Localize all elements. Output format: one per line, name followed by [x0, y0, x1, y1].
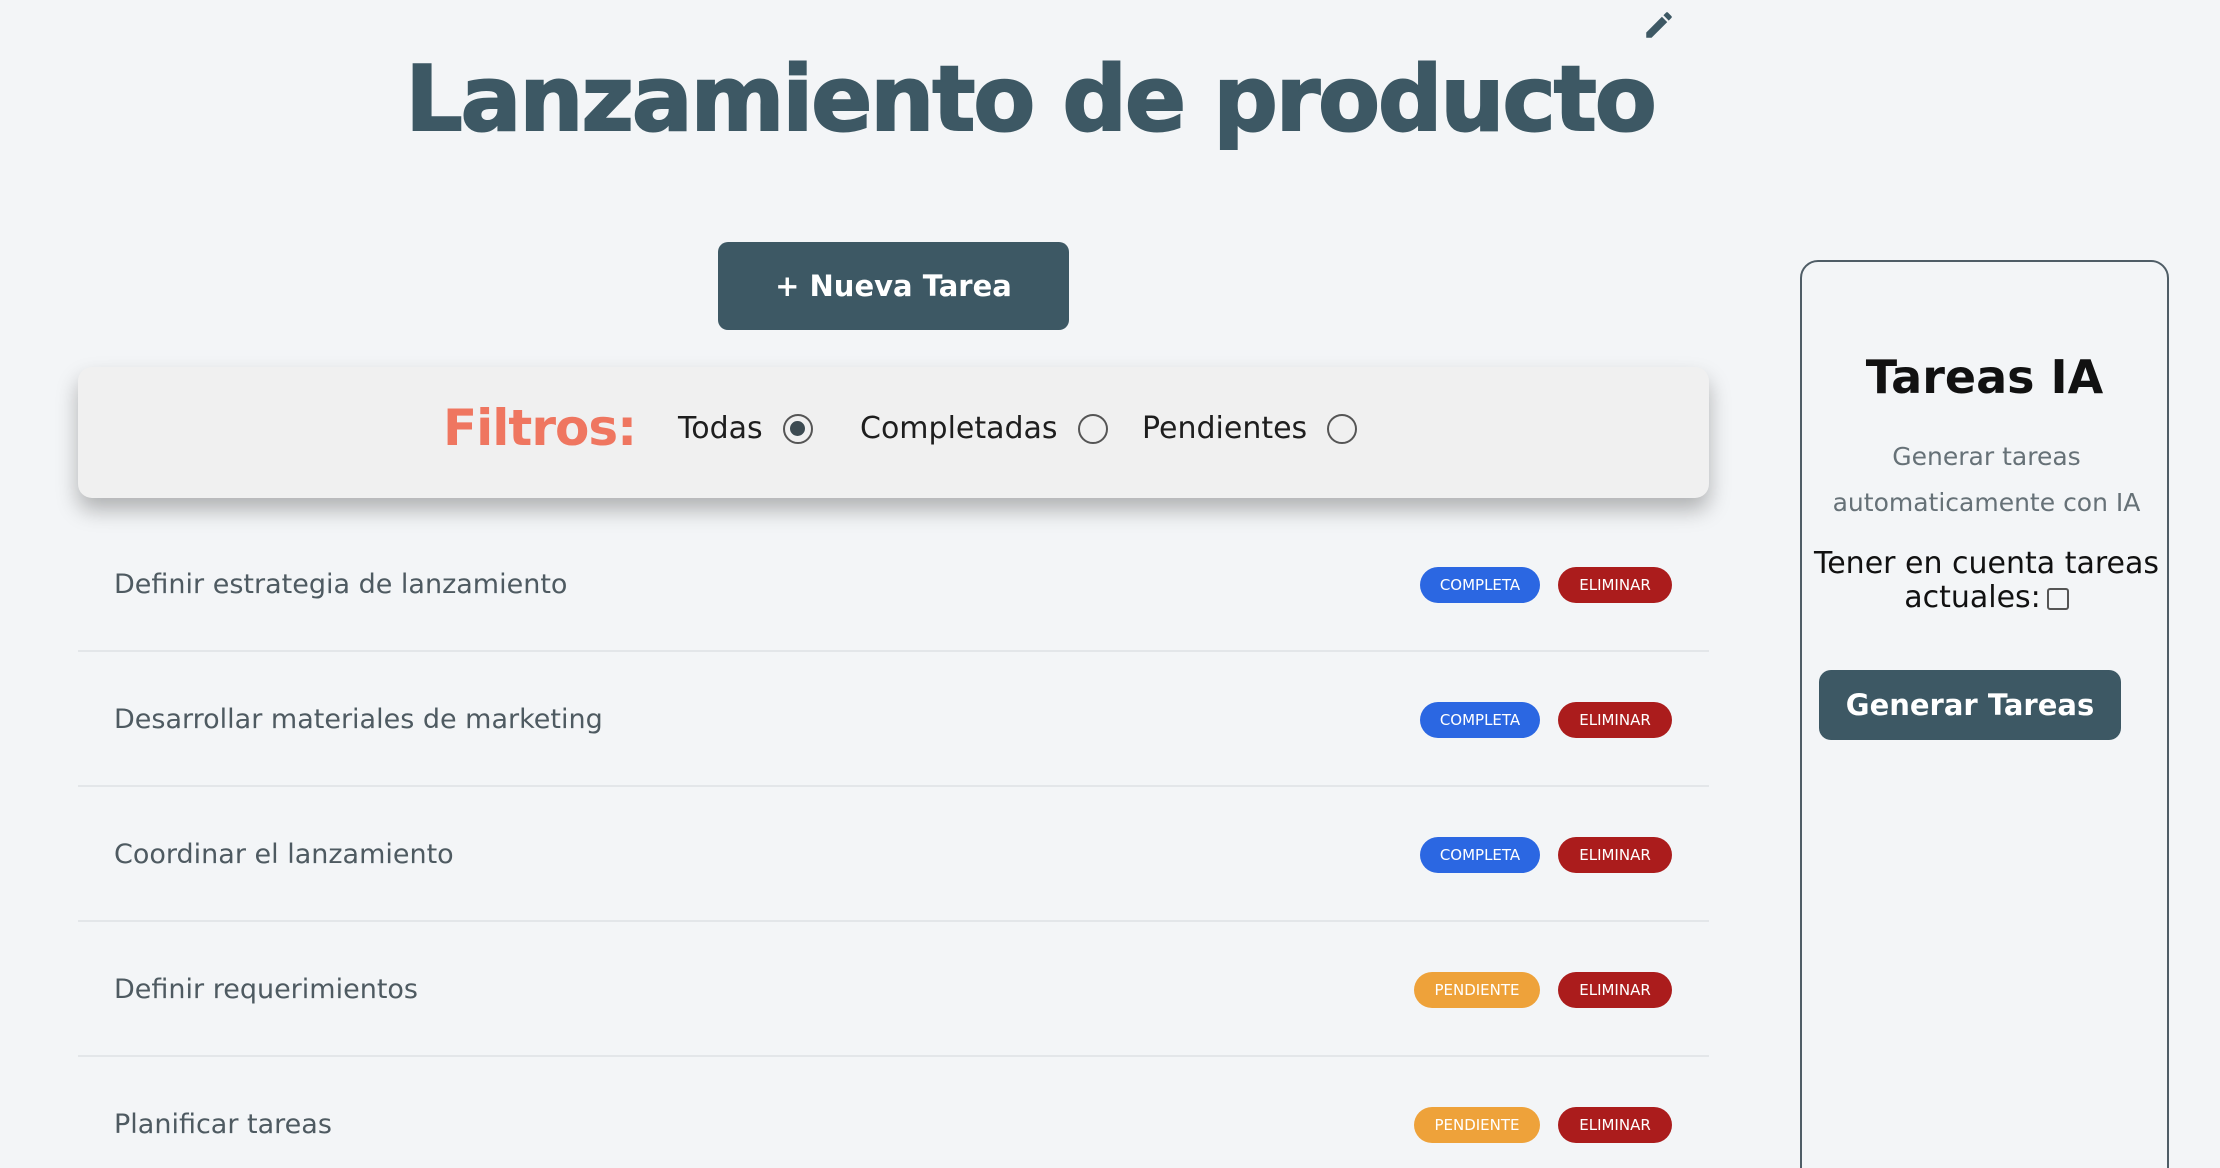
- task-title: Coordinar el lanzamiento: [114, 839, 454, 870]
- filter-all[interactable]: Todas: [678, 411, 813, 446]
- delete-button[interactable]: ELIMINAR: [1558, 972, 1672, 1008]
- ai-panel-title: Tareas IA: [1865, 350, 2104, 404]
- task-title: Planificar tareas: [114, 1109, 332, 1140]
- delete-button[interactable]: ELIMINAR: [1558, 837, 1672, 873]
- consider-current-tasks-row: Tener en cuenta tareas actuales:: [1812, 547, 2161, 615]
- delete-button[interactable]: ELIMINAR: [1558, 702, 1672, 738]
- filters-label: Filtros:: [443, 399, 637, 457]
- task-row: Definir requerimientos PENDIENTE ELIMINA…: [78, 922, 1709, 1057]
- status-badge[interactable]: COMPLETA: [1420, 702, 1540, 738]
- filter-all-radio[interactable]: [782, 413, 813, 444]
- generate-tasks-button[interactable]: Generar Tareas: [1819, 670, 2121, 740]
- page-title: Lanzamiento de producto: [404, 46, 1657, 153]
- task-row: Desarrollar materiales de marketing COMP…: [78, 652, 1709, 787]
- filter-completed[interactable]: Completadas: [860, 411, 1108, 446]
- consider-current-tasks-label: Tener en cuenta tareas actuales:: [1814, 546, 2159, 615]
- delete-button[interactable]: ELIMINAR: [1558, 1107, 1672, 1143]
- filter-pending-radio[interactable]: [1327, 413, 1358, 444]
- status-badge[interactable]: COMPLETA: [1420, 567, 1540, 603]
- new-task-button[interactable]: + Nueva Tarea: [718, 242, 1069, 330]
- delete-button[interactable]: ELIMINAR: [1558, 567, 1672, 603]
- task-row: Coordinar el lanzamiento COMPLETA ELIMIN…: [78, 787, 1709, 922]
- task-title: Definir estrategia de lanzamiento: [114, 569, 568, 600]
- status-badge[interactable]: COMPLETA: [1420, 837, 1540, 873]
- status-badge[interactable]: PENDIENTE: [1414, 1107, 1540, 1143]
- task-title: Definir requerimientos: [114, 974, 418, 1005]
- filter-all-label: Todas: [678, 411, 763, 446]
- filter-completed-label: Completadas: [860, 411, 1058, 446]
- pencil-icon[interactable]: [1642, 8, 1676, 42]
- task-row: Definir estrategia de lanzamiento COMPLE…: [78, 517, 1709, 652]
- consider-current-tasks-checkbox[interactable]: [2046, 587, 2069, 610]
- filter-pending-label: Pendientes: [1142, 411, 1308, 446]
- task-title: Desarrollar materiales de marketing: [114, 704, 603, 735]
- ai-panel: Tareas IA Generar tareas automaticamente…: [1800, 260, 2169, 1168]
- ai-panel-subtitle: Generar tareas automaticamente con IA: [1832, 442, 2141, 517]
- task-row: Planificar tareas PENDIENTE ELIMINAR: [78, 1057, 1709, 1168]
- status-badge[interactable]: PENDIENTE: [1414, 972, 1540, 1008]
- filter-completed-radio[interactable]: [1077, 413, 1108, 444]
- filter-pending[interactable]: Pendientes: [1142, 411, 1358, 446]
- task-list: Definir estrategia de lanzamiento COMPLE…: [78, 517, 1709, 1168]
- filters-bar: Filtros: Todas Completadas Pendientes: [78, 367, 1709, 498]
